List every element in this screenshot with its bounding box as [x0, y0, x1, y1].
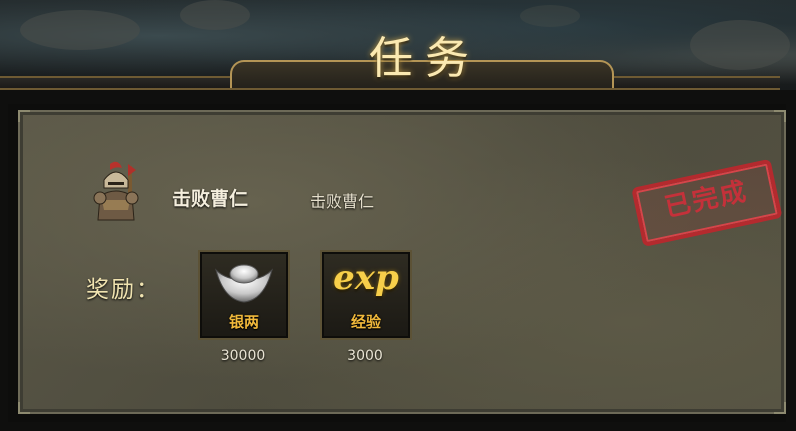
- quest-description: 击败曹仁: [310, 192, 375, 211]
- exp-icon: exp: [333, 258, 399, 298]
- quest-name[interactable]: 击败曹仁: [172, 184, 248, 211]
- window-title: 任务: [369, 33, 481, 84]
- armored-warrior-icon: [88, 160, 144, 222]
- reward-slot-silver[interactable]: 银两: [198, 250, 290, 340]
- reward-exp-name: 经验: [350, 313, 381, 331]
- reward-exp-amount: 3000: [347, 348, 383, 364]
- title-bar: 任务: [0, 33, 796, 100]
- rewards-label: 奖励：: [86, 277, 161, 303]
- reward-silver-name: 银两: [228, 313, 259, 331]
- reward-slot-exp[interactable]: exp 经验: [320, 250, 412, 340]
- reward-silver-amount: 30000: [220, 348, 266, 364]
- silver-ingot-icon: [214, 260, 274, 310]
